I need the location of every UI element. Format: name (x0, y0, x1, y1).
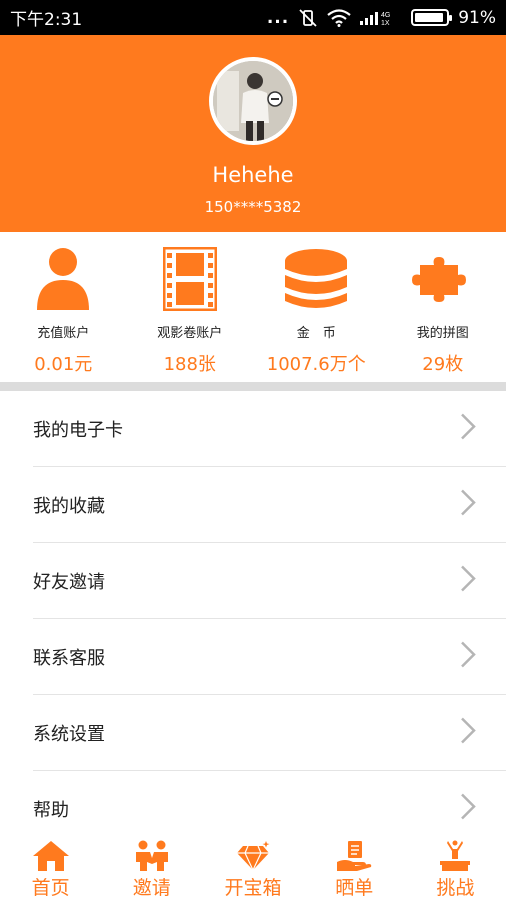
svg-text:4G: 4G (381, 12, 390, 19)
tab-label: 首页 (31, 877, 70, 899)
vibrate-off-icon (298, 8, 318, 28)
signal-icon: 4G 1X (360, 10, 402, 26)
stat-recharge-account[interactable]: 充值账户 0.01元 (0, 232, 127, 382)
stat-label: 充值账户 (37, 326, 90, 341)
coin-stack-icon (253, 244, 380, 314)
tab-label: 晒单 (335, 877, 374, 899)
chevron-right-icon (460, 717, 476, 750)
chevron-right-icon (460, 489, 476, 522)
status-bar: 下午2:31 ... 4G 1X 91% (0, 0, 506, 35)
status-icons: ... 4G 1X 91% (267, 8, 496, 28)
tab-share-order[interactable]: 晒单 (304, 836, 405, 900)
stat-value: 0.01元 (34, 354, 93, 375)
notification-dots: ... (266, 7, 290, 28)
section-separator (0, 382, 506, 391)
tab-label: 开宝箱 (224, 877, 282, 899)
chevron-right-icon (460, 565, 476, 598)
invite-icon (133, 840, 171, 872)
chevron-right-icon (460, 641, 476, 674)
profile-header: Hehehe 150****5382 (0, 35, 506, 232)
wifi-icon (327, 8, 351, 27)
menu-item-label: 好友邀请 (33, 572, 105, 593)
tab-label: 挑战 (436, 877, 475, 899)
stat-label: 我的拼图 (416, 326, 469, 341)
menu-item-invite-friends[interactable]: 好友邀请 (0, 543, 506, 619)
menu-item-label: 帮助 (33, 800, 69, 821)
svg-text:1X: 1X (381, 20, 390, 26)
tab-label: 邀请 (132, 877, 171, 899)
tab-open-treasure[interactable]: 开宝箱 (202, 836, 303, 900)
account-stats: 充值账户 0.01元 观影卷账户 188张 金 币 1007.6万个 我的拼图 … (0, 232, 506, 382)
stat-value: 188张 (163, 354, 216, 375)
tab-invite[interactable]: 邀请 (101, 836, 202, 900)
menu-item-label: 我的电子卡 (33, 420, 123, 441)
receipt-hand-icon (335, 840, 373, 872)
avatar[interactable] (209, 57, 297, 145)
menu-item-customer-service[interactable]: 联系客服 (0, 619, 506, 695)
chevron-right-icon (460, 413, 476, 446)
bottom-tab-bar: 首页 邀请 开宝箱 晒单 挑战 (0, 836, 506, 900)
menu-item-label: 我的收藏 (33, 496, 105, 517)
settings-menu: 我的电子卡 我的收藏 好友邀请 联系客服 系统设置 帮助 (0, 391, 506, 847)
chevron-right-icon (460, 793, 476, 826)
menu-item-my-favorites[interactable]: 我的收藏 (0, 467, 506, 543)
battery-level (415, 13, 443, 22)
stat-gold-coins[interactable]: 金 币 1007.6万个 (253, 232, 380, 382)
username: Hehehe (212, 163, 294, 187)
home-icon (32, 840, 70, 872)
diamond-icon (234, 840, 272, 872)
trophy-podium-icon (436, 840, 474, 872)
stat-label: 金 币 (296, 326, 336, 341)
phone-number: 150****5382 (204, 198, 302, 216)
stat-my-puzzles[interactable]: 我的拼图 29枚 (380, 232, 506, 382)
menu-item-label: 联系客服 (33, 648, 105, 669)
person-icon (0, 244, 127, 314)
stat-ticket-account[interactable]: 观影卷账户 188张 (127, 232, 254, 382)
puzzle-icon (380, 244, 506, 314)
film-icon (127, 244, 254, 314)
battery-icon (411, 9, 453, 26)
battery-percent: 91% (458, 7, 496, 28)
status-time: 下午2:31 (10, 10, 83, 30)
menu-item-my-ecard[interactable]: 我的电子卡 (0, 391, 506, 467)
menu-item-label: 系统设置 (33, 724, 105, 745)
stat-label: 观影卷账户 (157, 326, 223, 341)
menu-item-system-settings[interactable]: 系统设置 (0, 695, 506, 771)
tab-home[interactable]: 首页 (0, 836, 101, 900)
tab-challenge[interactable]: 挑战 (405, 836, 506, 900)
stat-value: 29枚 (422, 354, 464, 375)
stat-value: 1007.6万个 (266, 354, 366, 375)
